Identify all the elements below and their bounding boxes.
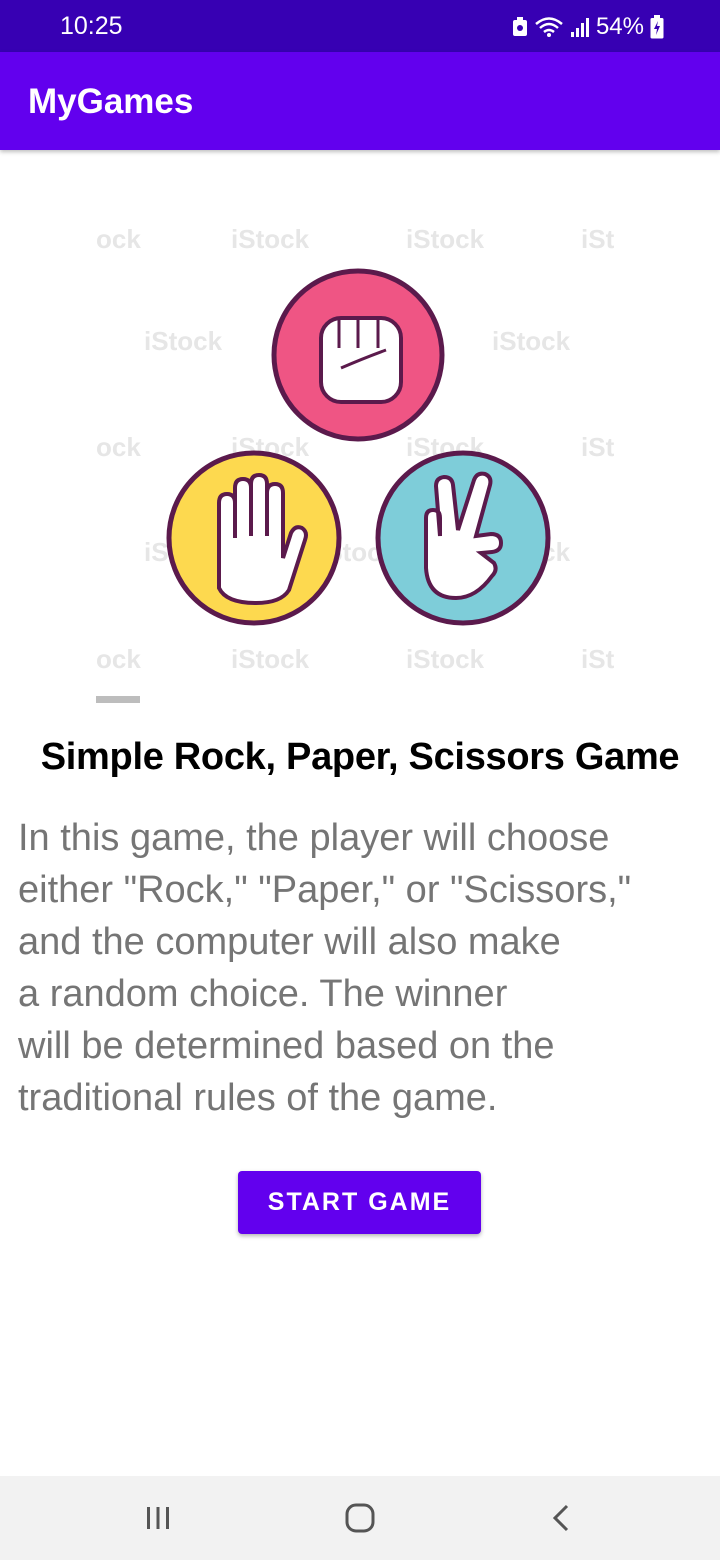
paper-hand-icon (166, 450, 342, 626)
rock-paper-scissors-illustration: ock iStock iStock iSt iStock iStock ock iStoc… (96, 224, 615, 703)
status-time: 10:25 (60, 12, 123, 40)
screenshot-icon (512, 17, 528, 37)
rock-fist-icon (271, 268, 445, 442)
svg-text:ock: ock (96, 432, 141, 462)
status-bar: 10:25 54% (0, 0, 720, 52)
scissors-hand-icon (375, 450, 551, 626)
svg-text:ock: ock (96, 224, 141, 254)
start-game-button[interactable]: START GAME (238, 1171, 481, 1234)
svg-text:iStock: iStock (231, 644, 310, 674)
home-icon[interactable] (340, 1498, 380, 1538)
description-line: traditional rules of the game. (18, 1077, 498, 1119)
description-line: either "Rock," "Paper," or "Scissors," (18, 869, 632, 911)
game-title: Simple Rock, Paper, Scissors Game (40, 736, 680, 778)
recents-icon[interactable] (138, 1498, 178, 1538)
svg-text:iStock: iStock (231, 224, 310, 254)
svg-text:iSt: iSt (581, 224, 615, 254)
app-bar: MyGames (0, 52, 720, 150)
back-icon[interactable] (542, 1498, 582, 1538)
svg-text:iStock: iStock (492, 326, 571, 356)
description-line: In this game, the player will choose (18, 817, 610, 859)
app-title: MyGames (28, 82, 194, 121)
system-nav-bar (0, 1476, 720, 1560)
game-description: In this game, the player will choose eit… (18, 812, 708, 1124)
status-icons: 54% (512, 12, 664, 42)
signal-icon (570, 16, 590, 38)
svg-text:iSt: iSt (581, 432, 615, 462)
hero-image: ock iStock iStock iSt iStock iStock ock iStoc… (96, 218, 626, 708)
svg-text:iStock: iStock (406, 224, 485, 254)
svg-text:iStock: iStock (406, 644, 485, 674)
battery-charging-icon (650, 15, 664, 39)
wifi-icon (534, 16, 564, 38)
svg-text:iSt: iSt (581, 644, 615, 674)
svg-text:iStock: iStock (144, 326, 223, 356)
description-line: and the computer will also make (18, 921, 561, 963)
svg-text:ock: ock (96, 644, 141, 674)
description-line: a random choice. The winner (18, 973, 508, 1015)
battery-text: 54% (595, 13, 644, 40)
description-line: will be determined based on the (18, 1025, 555, 1067)
